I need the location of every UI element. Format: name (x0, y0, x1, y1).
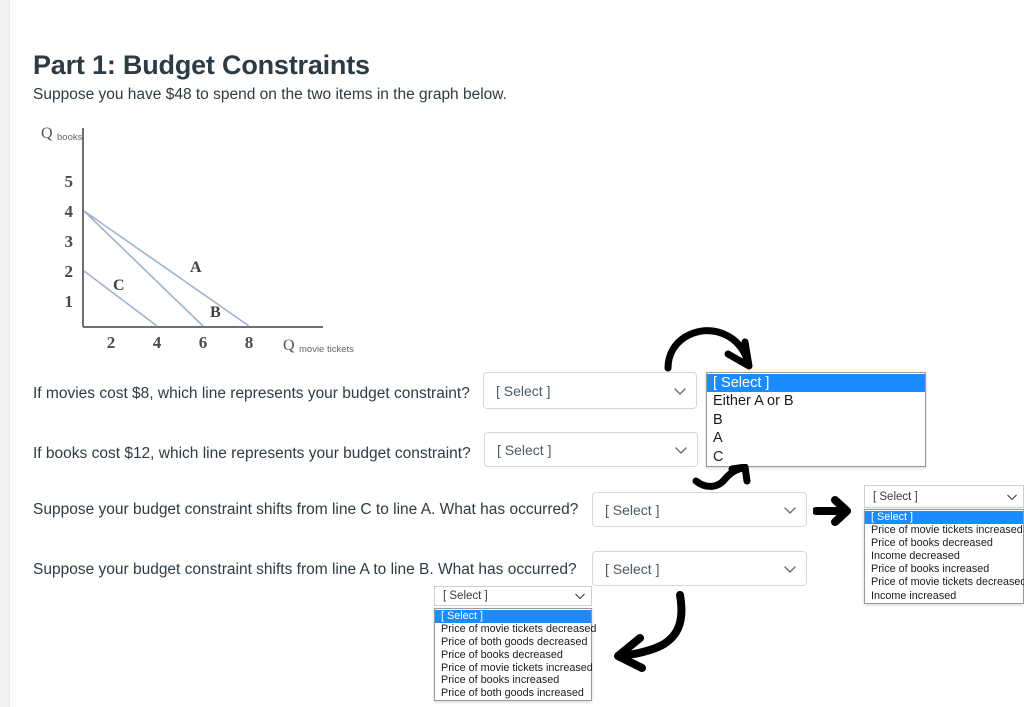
dropdown-popup-line-choice[interactable]: [ Select ] Either A or B B A C (706, 372, 926, 467)
page-left-gutter (0, 0, 10, 707)
dropdown-option[interactable]: Price of movie tickets decreased (435, 623, 596, 636)
dropdown-option[interactable]: A (707, 429, 925, 447)
dropdown-option[interactable]: Price of books decreased (435, 649, 591, 662)
y-tick-5: 5 (65, 172, 74, 191)
select-shift-c-to-a[interactable]: [ Select ] (592, 492, 807, 527)
graph-svg: 5 4 3 2 1 2 4 6 8 Q books Q movie ticket… (41, 125, 354, 355)
chevron-down-icon (784, 504, 796, 516)
select-shift-c-to-a-native-value: [ Select ] (873, 490, 918, 503)
thick-arrow-right-icon (813, 496, 857, 526)
line-label-a: A (190, 259, 202, 276)
select-shift-a-to-b[interactable]: [ Select ] (592, 551, 807, 586)
select-shift-c-to-a-native[interactable]: [ Select ] (864, 485, 1024, 508)
y-tick-2: 2 (65, 262, 74, 281)
select-movies-cost-8[interactable]: [ Select ] (483, 372, 697, 409)
x-tick-8: 8 (245, 333, 254, 352)
question-label-books-cost-12: If books cost $12, which line represents… (33, 445, 471, 462)
select-shift-a-to-b-native-value: [ Select ] (443, 590, 488, 602)
dropdown-popup-shift-a-to-b[interactable]: [ Select ] Price of movie tickets decrea… (434, 608, 596, 702)
budget-line-a (83, 210, 250, 327)
dropdown-option[interactable]: Income decreased (865, 550, 1023, 563)
curved-arrow-down-right-icon (662, 322, 762, 374)
dropdown-option[interactable]: [ Select ] (435, 610, 591, 623)
line-label-b: B (210, 304, 221, 321)
dropdown-option[interactable]: Price of movie tickets increased (865, 524, 1023, 537)
select-shift-c-to-a-value: [ Select ] (605, 501, 660, 518)
question-label-shift-c-to-a: Suppose your budget constraint shifts fr… (33, 501, 579, 518)
select-movies-cost-8-value: [ Select ] (496, 382, 551, 399)
x-tick-2: 2 (107, 333, 116, 352)
select-shift-a-to-b-native[interactable]: [ Select ] (434, 586, 592, 606)
x-axis-title-sub: movie tickets (299, 344, 354, 355)
dropdown-option[interactable]: [ Select ] (865, 511, 1023, 525)
y-tick-3: 3 (65, 232, 74, 251)
y-axis-title-sub: books (57, 132, 83, 143)
x-tick-4: 4 (153, 333, 162, 352)
select-books-cost-12-value: [ Select ] (497, 441, 552, 458)
y-tick-4: 4 (65, 202, 74, 221)
intro-text: Suppose you have $48 to spend on the two… (33, 86, 507, 103)
budget-constraint-graph: 5 4 3 2 1 2 4 6 8 Q books Q movie ticket… (33, 120, 393, 360)
chevron-down-icon (1007, 492, 1017, 502)
x-axis-title-main: Q (283, 337, 295, 354)
dropdown-option[interactable]: Price of books increased (865, 563, 1023, 576)
chevron-down-icon (675, 444, 687, 456)
y-tick-1: 1 (65, 292, 74, 311)
dropdown-option[interactable]: Income increased (865, 590, 1023, 603)
dropdown-option[interactable]: Either A or B (707, 392, 925, 410)
dropdown-option[interactable]: [ Select ] (707, 374, 925, 393)
dropdown-option[interactable]: Price of both goods decreased (435, 636, 591, 649)
y-axis-title-main: Q (41, 125, 53, 142)
line-label-c: C (113, 277, 125, 294)
small-arrow-up-right-icon (692, 464, 754, 494)
x-tick-6: 6 (199, 333, 208, 352)
question-label-movies-cost-8: If movies cost $8, which line represents… (33, 385, 470, 402)
select-shift-a-to-b-value: [ Select ] (605, 560, 660, 577)
chevron-down-icon (575, 591, 585, 601)
dropdown-option[interactable]: Price of movie tickets increased (435, 662, 593, 675)
chevron-down-icon (674, 385, 686, 397)
dropdown-option[interactable]: Price of movie tickets decreased (865, 576, 1024, 589)
dropdown-option[interactable]: Price of both goods increased (435, 687, 591, 700)
select-books-cost-12[interactable]: [ Select ] (484, 432, 698, 467)
curved-arrow-down-left-icon (608, 590, 692, 672)
dropdown-popup-shift-c-to-a[interactable]: [ Select ] Price of movie tickets increa… (864, 509, 1024, 604)
dropdown-option[interactable]: Price of books increased (435, 674, 591, 687)
question-label-shift-a-to-b: Suppose your budget constraint shifts fr… (33, 561, 577, 578)
dropdown-option[interactable]: Price of books decreased (865, 537, 1023, 550)
page-title: Part 1: Budget Constraints (33, 50, 370, 81)
budget-line-b (83, 210, 204, 327)
dropdown-option[interactable]: B (707, 411, 925, 429)
chevron-down-icon (784, 563, 796, 575)
